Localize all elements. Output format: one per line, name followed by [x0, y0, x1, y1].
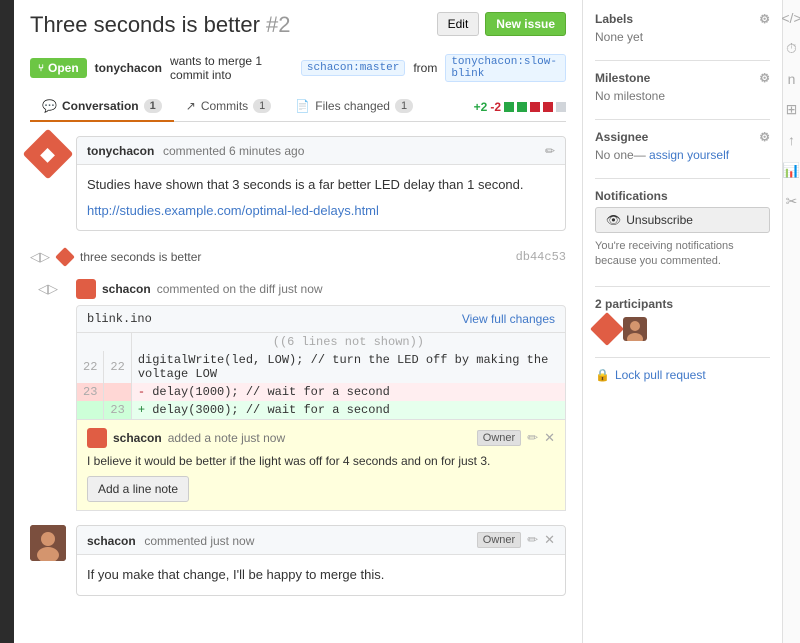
eye-icon: 👁: [606, 213, 621, 227]
participants-list: [595, 317, 770, 341]
edit-second-icon[interactable]: ✏: [527, 532, 538, 548]
files-icon: 📄: [295, 99, 310, 113]
edit-comment-icon[interactable]: ✏: [545, 144, 555, 158]
milestone-section: Milestone ⚙ No milestone: [595, 71, 770, 103]
diff-file-block: blink.ino View full changes ((6 lines no…: [76, 305, 566, 511]
right-sidebar: Labels ⚙ None yet Milestone ⚙ No milesto…: [582, 0, 782, 643]
first-comment-box: tonychacon commented 6 minutes ago ✏ Stu…: [76, 136, 566, 231]
tools-icon[interactable]: ✂: [786, 193, 798, 210]
diff-file-header: blink.ino View full changes: [76, 305, 566, 333]
inline-schacon-avatar: [87, 428, 107, 448]
person-icon[interactable]: n: [788, 71, 796, 87]
add-line-note-button[interactable]: Add a line note: [87, 476, 189, 502]
chart-icon[interactable]: 📊: [783, 162, 800, 179]
diff-block-red-2: [543, 102, 553, 112]
lock-pr-link[interactable]: 🔒 Lock pull request: [595, 368, 770, 382]
owner-badge-inline: Owner: [477, 430, 521, 446]
clock-icon[interactable]: ⏱: [786, 40, 797, 57]
diff-block-gray: [556, 102, 566, 112]
assign-yourself-link[interactable]: assign yourself: [649, 148, 729, 162]
comment-link[interactable]: http://studies.example.com/optimal-led-d…: [87, 203, 379, 218]
tab-files-changed[interactable]: 📄 Files changed 1: [283, 92, 425, 122]
open-badge: ⑂ Open: [30, 58, 87, 78]
labels-section: Labels ⚙ None yet: [595, 12, 770, 44]
inline-comment: schacon added a note just now Owner ✏ ✕ …: [77, 420, 565, 510]
diff-stats: +2 -2: [474, 100, 566, 114]
first-comment-header: tonychacon commented 6 minutes ago ✏: [77, 137, 565, 165]
tab-bar: 💬 Conversation 1 ↗ Commits 1 📄 Files cha…: [30, 92, 566, 122]
new-issue-button[interactable]: New issue: [485, 12, 566, 36]
commit-diamond-icon: [55, 247, 75, 267]
notifications-section: Notifications 👁 Unsubscribe You're recei…: [595, 189, 770, 270]
tab-conversation[interactable]: 💬 Conversation 1: [30, 92, 174, 122]
diff-table: ((6 lines not shown)) 22 22 digitalWrite…: [76, 333, 566, 420]
unsubscribe-button[interactable]: 👁 Unsubscribe: [595, 207, 770, 233]
pr-title: Three seconds is better #2: [30, 12, 291, 38]
inline-comment-header: schacon added a note just now Owner ✏ ✕: [87, 428, 555, 448]
first-comment-body: Studies have shown that 3 seconds is a f…: [77, 165, 565, 230]
pr-meta: ⑂ Open tonychacon wants to merge 1 commi…: [30, 54, 566, 82]
diff-comment-header-row: ◁▷ schacon commented on the diff just no…: [30, 279, 566, 299]
schacon-avatar: [30, 525, 66, 561]
lock-icon: 🔒: [595, 368, 610, 382]
head-branch-tag: tonychacon:slow-blink: [445, 54, 566, 82]
arrow-up-icon[interactable]: ↑: [788, 132, 795, 148]
diff-ellipsis-row: ((6 lines not shown)): [77, 333, 566, 351]
close-inline-icon[interactable]: ✕: [544, 430, 555, 446]
diff-context-row: 22 22 digitalWrite(led, LOW); // turn th…: [77, 351, 566, 383]
diff-add-row: 23 + delay(3000); // wait for a second: [77, 401, 566, 420]
second-comment-body: If you make that change, I'll be happy t…: [77, 555, 565, 595]
first-comment-thread: ◆ tonychacon commented 6 minutes ago ✏ S…: [30, 136, 566, 231]
diff-arrow-icon: ◁▷: [30, 249, 50, 265]
diff-block-green-1: [504, 102, 514, 112]
second-comment-header: schacon commented just now Owner ✏ ✕: [77, 526, 565, 555]
commits-icon: ↗: [186, 99, 196, 113]
divider-5: [595, 357, 770, 358]
divider-1: [595, 60, 770, 61]
assignee-section: Assignee ⚙ No one— assign yourself: [595, 130, 770, 162]
right-navigation-rail: </> ⏱ n ⊞ ↑ 📊 ✂: [782, 0, 800, 643]
conversation-icon: 💬: [42, 99, 57, 113]
participant-diamond-avatar: [590, 312, 624, 346]
main-content: Three seconds is better #2 Edit New issu…: [14, 0, 582, 643]
diff-block-green-2: [517, 102, 527, 112]
edit-button[interactable]: Edit: [437, 12, 480, 36]
participant-schacon-avatar: [623, 317, 647, 341]
left-navigation-rail: [0, 0, 14, 643]
divider-2: [595, 119, 770, 120]
schacon-small-avatar: [76, 279, 96, 299]
code-icon[interactable]: </>: [781, 10, 800, 26]
owner-badge-second: Owner: [477, 532, 521, 548]
divider-3: [595, 178, 770, 179]
view-full-changes-link[interactable]: View full changes: [462, 312, 555, 326]
labels-gear-icon[interactable]: ⚙: [759, 12, 770, 26]
divider-4: [595, 286, 770, 287]
close-second-icon[interactable]: ✕: [544, 532, 555, 548]
participants-section: 2 participants: [595, 297, 770, 341]
merge-icon: ⑂: [38, 63, 44, 74]
diff-block-red-1: [530, 102, 540, 112]
tonychacon-avatar: ◆: [23, 129, 74, 180]
edit-inline-icon[interactable]: ✏: [527, 430, 538, 446]
second-comment-box: schacon commented just now Owner ✏ ✕ If …: [76, 525, 566, 596]
milestone-gear-icon[interactable]: ⚙: [759, 71, 770, 85]
commit-row: ◁▷ three seconds is better db44c53: [30, 245, 566, 269]
assignee-gear-icon[interactable]: ⚙: [759, 130, 770, 144]
diff-thread-icon: ◁▷: [30, 279, 66, 299]
diff-del-row: 23 - delay(1000); // wait for a second: [77, 383, 566, 401]
tab-commits[interactable]: ↗ Commits 1: [174, 92, 284, 122]
grid-icon[interactable]: ⊞: [786, 101, 798, 118]
inline-comment-wrapper: schacon added a note just now Owner ✏ ✕ …: [76, 420, 566, 511]
base-branch-tag: schacon:master: [301, 60, 405, 76]
second-comment-thread: schacon commented just now Owner ✏ ✕ If …: [30, 525, 566, 596]
